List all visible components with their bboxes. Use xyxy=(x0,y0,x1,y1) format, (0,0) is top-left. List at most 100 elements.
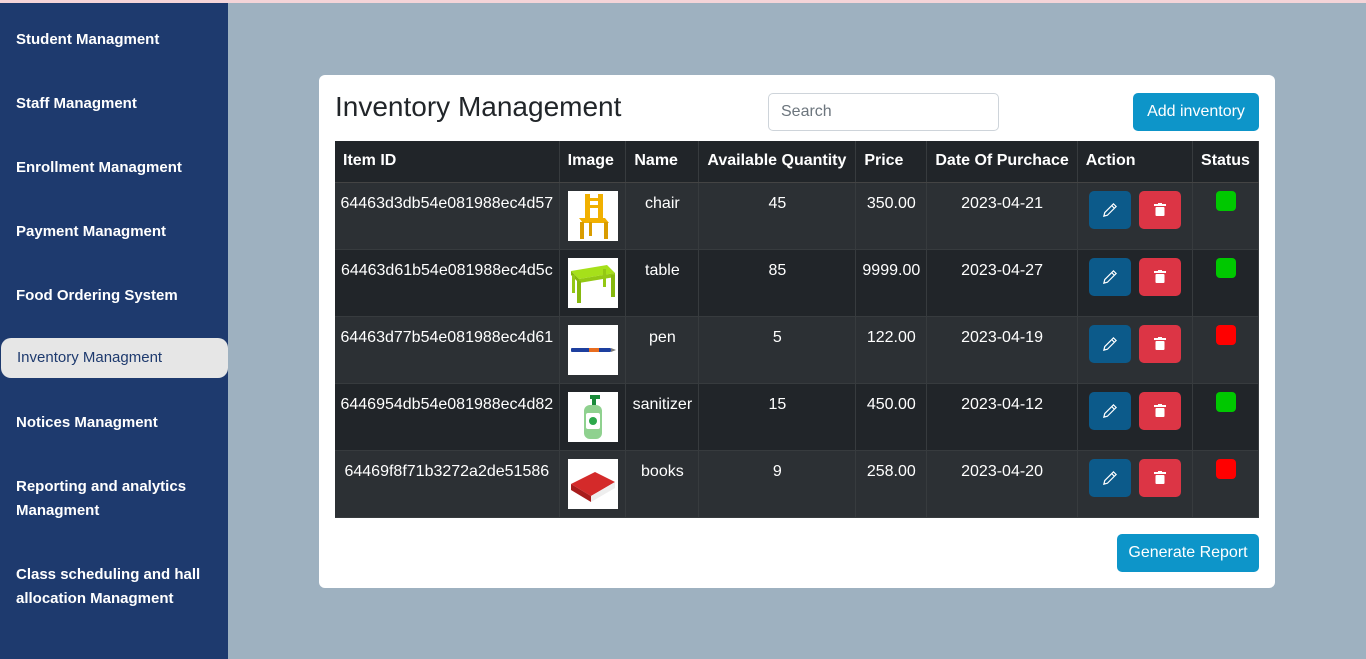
pencil-icon xyxy=(1102,269,1117,284)
name-cell: table xyxy=(625,249,700,317)
price-cell: 9999.00 xyxy=(855,249,928,317)
price-cell: 122.00 xyxy=(855,316,928,384)
sidebar-item-enrollment[interactable]: Enrollment Managment xyxy=(0,156,228,180)
status-cell xyxy=(1192,450,1259,518)
header-image: Image xyxy=(559,141,627,183)
date-cell: 2023-04-27 xyxy=(926,249,1078,317)
pencil-icon xyxy=(1102,336,1117,351)
delete-button[interactable] xyxy=(1138,257,1181,296)
sidebar-item-notices[interactable]: Notices Managment xyxy=(0,411,228,435)
pencil-icon xyxy=(1102,470,1117,485)
sidebar-item-food-ordering[interactable]: Food Ordering System xyxy=(0,284,228,308)
edit-button[interactable] xyxy=(1088,458,1131,497)
sidebar-item-staff[interactable]: Staff Managment xyxy=(0,92,228,116)
sidebar-item-reporting[interactable]: Reporting and analytics Managment xyxy=(0,475,228,523)
name-cell: chair xyxy=(625,182,700,250)
image-cell xyxy=(559,316,627,384)
image-cell xyxy=(559,450,627,518)
header-action: Action xyxy=(1077,141,1194,183)
edit-button[interactable] xyxy=(1088,391,1131,430)
quantity-cell: 5 xyxy=(698,316,857,384)
table-image xyxy=(567,257,618,308)
header-item-id: Item ID xyxy=(335,141,560,183)
date-cell: 2023-04-20 xyxy=(926,450,1078,518)
header-status: Status xyxy=(1192,141,1259,183)
table-header-row: Item ID Image Name Available Quantity Pr… xyxy=(335,141,1259,183)
action-cell xyxy=(1077,316,1194,384)
name-cell: sanitizer xyxy=(625,383,700,451)
date-cell: 2023-04-21 xyxy=(926,182,1078,250)
inventory-card: Inventory Management Add inventory Item … xyxy=(319,75,1275,588)
trash-icon xyxy=(1153,337,1166,350)
status-cell xyxy=(1192,316,1259,384)
price-cell: 350.00 xyxy=(855,182,928,250)
add-inventory-button[interactable]: Add inventory xyxy=(1133,93,1259,131)
delete-button[interactable] xyxy=(1138,190,1181,229)
page-title: Inventory Management xyxy=(335,91,622,122)
pencil-icon xyxy=(1102,202,1117,217)
action-cell xyxy=(1077,249,1194,317)
action-cell xyxy=(1077,383,1194,451)
name-cell: books xyxy=(625,450,700,518)
table-row: 64463d77b54e081988ec4d61 pen 5 122.00 20… xyxy=(335,316,1259,384)
status-indicator xyxy=(1215,391,1236,412)
trash-icon xyxy=(1153,404,1166,417)
pen-image xyxy=(567,324,618,375)
status-cell xyxy=(1192,383,1259,451)
delete-button[interactable] xyxy=(1138,324,1181,363)
status-cell xyxy=(1192,182,1259,250)
edit-button[interactable] xyxy=(1088,257,1131,296)
header-date: Date Of Purchace xyxy=(926,141,1078,183)
header-quantity: Available Quantity xyxy=(698,141,857,183)
edit-button[interactable] xyxy=(1088,190,1131,229)
trash-icon xyxy=(1153,270,1166,283)
sidebar-item-class-scheduling[interactable]: Class scheduling and hall allocation Man… xyxy=(0,563,228,611)
search-input[interactable] xyxy=(768,93,999,131)
image-cell xyxy=(559,182,627,250)
price-cell: 258.00 xyxy=(855,450,928,518)
status-indicator xyxy=(1215,458,1236,479)
books-image xyxy=(567,458,618,509)
delete-button[interactable] xyxy=(1138,458,1181,497)
status-indicator xyxy=(1215,257,1236,278)
sidebar-item-student[interactable]: Student Managment xyxy=(0,28,228,52)
inventory-table: Item ID Image Name Available Quantity Pr… xyxy=(335,141,1259,518)
action-cell xyxy=(1077,450,1194,518)
price-cell: 450.00 xyxy=(855,383,928,451)
table-row: 6446954db54e081988ec4d82 sanitizer 15 45… xyxy=(335,383,1259,451)
quantity-cell: 45 xyxy=(698,182,857,250)
name-cell: pen xyxy=(625,316,700,384)
image-cell xyxy=(559,383,627,451)
status-cell xyxy=(1192,249,1259,317)
status-indicator xyxy=(1215,324,1236,345)
table-row: 64463d61b54e081988ec4d5c table 85 9999.0… xyxy=(335,249,1259,317)
trash-icon xyxy=(1153,471,1166,484)
sidebar-item-payment[interactable]: Payment Managment xyxy=(0,220,228,244)
delete-button[interactable] xyxy=(1138,391,1181,430)
sidebar-item-inventory[interactable]: Inventory Managment xyxy=(1,338,228,378)
pencil-icon xyxy=(1102,403,1117,418)
action-cell xyxy=(1077,182,1194,250)
table-row: 64469f8f71b3272a2de51586 books 9 258.00 … xyxy=(335,450,1259,518)
edit-button[interactable] xyxy=(1088,324,1131,363)
item-id-cell: 64469f8f71b3272a2de51586 xyxy=(335,450,560,518)
chair-image xyxy=(567,190,618,241)
date-cell: 2023-04-19 xyxy=(926,316,1078,384)
table-row: 64463d3db54e081988ec4d57 chair 45 350.00… xyxy=(335,182,1259,250)
status-indicator xyxy=(1215,190,1236,211)
generate-report-button[interactable]: Generate Report xyxy=(1117,534,1259,572)
quantity-cell: 9 xyxy=(698,450,857,518)
item-id-cell: 6446954db54e081988ec4d82 xyxy=(335,383,560,451)
item-id-cell: 64463d77b54e081988ec4d61 xyxy=(335,316,560,384)
date-cell: 2023-04-12 xyxy=(926,383,1078,451)
quantity-cell: 15 xyxy=(698,383,857,451)
header-price: Price xyxy=(855,141,928,183)
item-id-cell: 64463d3db54e081988ec4d57 xyxy=(335,182,560,250)
trash-icon xyxy=(1153,203,1166,216)
sanitizer-image xyxy=(567,391,618,442)
sidebar: Student Managment Staff Managment Enroll… xyxy=(0,3,228,659)
quantity-cell: 85 xyxy=(698,249,857,317)
header-name: Name xyxy=(625,141,700,183)
item-id-cell: 64463d61b54e081988ec4d5c xyxy=(335,249,560,317)
image-cell xyxy=(559,249,627,317)
